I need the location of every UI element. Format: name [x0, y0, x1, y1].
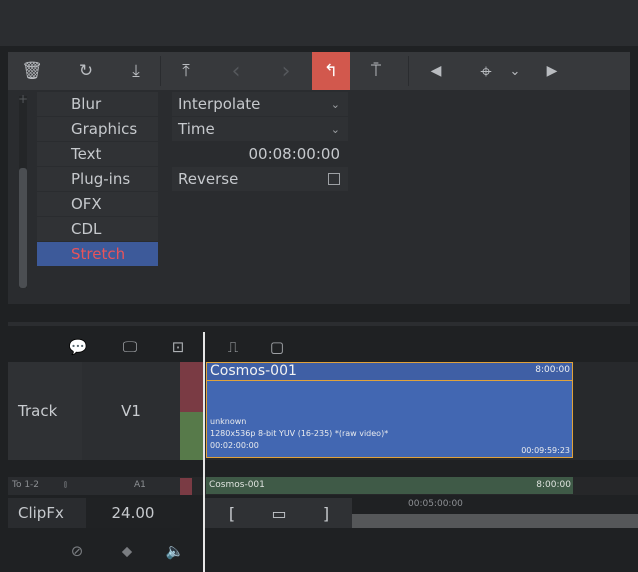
play-back-icon[interactable]: ◀: [424, 52, 448, 90]
toolbar: 🗑 ↻ ⤓ ⤒ ‹ › ↰ ⍑ ◀ ⌖ ⌄ ▶: [8, 52, 630, 90]
clip-start-tc: 00:02:00:00: [210, 441, 259, 450]
marker-icon[interactable]: ⬥: [116, 534, 138, 568]
timeline-tools: 💬 🖵 ⊡ ⎍ ▢: [8, 332, 638, 362]
keyframe-icon[interactable]: ⍑: [362, 52, 390, 90]
trim-controls: [ ▭ ]: [204, 498, 352, 528]
video-clip[interactable]: Cosmos-001 8:00:00 unknown 1280x536p 8-b…: [206, 362, 573, 458]
reverse-checkbox[interactable]: [328, 173, 340, 185]
trim-in-button[interactable]: [: [222, 498, 242, 528]
reverse-row[interactable]: Reverse: [172, 167, 348, 191]
clipfx-row: ClipFx 24.00: [8, 498, 180, 528]
interpolate-row[interactable]: Interpolate ⌄: [172, 92, 348, 116]
audio-clip-duration: 8:00:00: [536, 480, 571, 490]
play-forward-icon[interactable]: ▶: [540, 52, 564, 90]
reverse-label: Reverse: [178, 170, 239, 188]
track-status-green: [180, 412, 204, 460]
title-bar: [0, 0, 638, 46]
reset-icon[interactable]: ↻: [74, 52, 98, 90]
prev-icon[interactable]: ‹: [224, 52, 248, 90]
track-label-text: Track: [18, 402, 58, 420]
comment-icon[interactable]: 💬: [68, 332, 88, 362]
timeline-divider: [8, 322, 638, 326]
audio-clip[interactable]: Cosmos-001 8:00:00: [206, 477, 573, 494]
interpolate-label: Interpolate: [178, 95, 261, 113]
category-ofx[interactable]: OFX: [37, 192, 158, 216]
audio-track-header: To 1-2 ⫾ A1: [8, 477, 180, 495]
clip-info-line1: unknown: [210, 417, 247, 426]
speaker-icon[interactable]: 🔈: [164, 534, 186, 568]
eye-off-icon[interactable]: ⊘: [66, 534, 88, 568]
upload-icon[interactable]: ⤒: [174, 52, 198, 90]
category-graphics[interactable]: Graphics: [37, 117, 158, 141]
chevron-down-icon[interactable]: ⌄: [331, 123, 340, 136]
timeline-ruler[interactable]: [352, 514, 638, 528]
time-value[interactable]: 00:08:00:00: [248, 145, 340, 163]
category-plug-ins[interactable]: Plug-ins: [37, 167, 158, 191]
bottom-toolbar: ⊘ ⬥ 🔈: [8, 534, 204, 568]
category-text[interactable]: Text: [37, 142, 158, 166]
audio-track-name: A1: [134, 480, 146, 490]
separator: [408, 56, 409, 86]
ruler-timecode: 00:05:00:00: [408, 499, 463, 509]
clip-end-tc: 00:09:59:23: [521, 446, 570, 455]
chevron-down-icon[interactable]: ⌄: [331, 98, 340, 111]
trash-icon[interactable]: 🗑: [20, 52, 44, 90]
clip-title-bar: Cosmos-001 8:00:00: [207, 363, 572, 381]
overlay-icon[interactable]: ⊡: [168, 332, 188, 362]
clipfx-label: ClipFx: [18, 504, 64, 522]
monitor-icon[interactable]: 🖵: [120, 332, 140, 362]
plus-icon[interactable]: +: [18, 92, 28, 106]
category-stretch[interactable]: Stretch: [37, 242, 158, 266]
trim-out-button[interactable]: ]: [316, 498, 336, 528]
trim-clip-button[interactable]: ▭: [264, 498, 294, 528]
time-value-row[interactable]: 00:08:00:00: [172, 142, 348, 166]
clip-title: Cosmos-001: [210, 363, 297, 379]
scrollbar-thumb[interactable]: [19, 168, 27, 288]
category-blur[interactable]: Blur: [37, 92, 158, 116]
clip-duration: 8:00:00: [535, 365, 570, 375]
clipfx-value[interactable]: 24.00: [86, 498, 180, 528]
chevron-down-icon[interactable]: ⌄: [506, 52, 524, 90]
track-name[interactable]: V1: [82, 362, 180, 460]
box-icon[interactable]: ▢: [266, 332, 288, 362]
clipfx-value-text: 24.00: [111, 504, 155, 522]
track-status-red: [180, 362, 204, 412]
curve-icon[interactable]: ↰: [312, 52, 350, 90]
stretch-properties: Interpolate ⌄ Time ⌄ 00:08:00:00 Reverse: [172, 92, 348, 192]
track-label: Track: [8, 362, 82, 460]
next-icon[interactable]: ›: [274, 52, 298, 90]
time-label: Time: [178, 120, 215, 138]
audio-route-label[interactable]: To 1-2: [12, 480, 39, 490]
audio-level-icon[interactable]: ⫾: [64, 480, 67, 490]
clip-info-line2: 1280x536p 8-bit YUV (16-235) *(raw video…: [210, 429, 389, 438]
track-name-text: V1: [121, 402, 141, 420]
download-icon[interactable]: ⤓: [124, 52, 148, 90]
separator: [160, 56, 161, 86]
time-row[interactable]: Time ⌄: [172, 117, 348, 141]
audio-clip-title: Cosmos-001: [209, 480, 265, 490]
category-cdl[interactable]: CDL: [37, 217, 158, 241]
target-icon[interactable]: ⌖: [474, 52, 498, 90]
audio-status-red: [180, 478, 192, 495]
effect-category-list: Blur Graphics Text Plug-ins OFX CDL Stre…: [37, 92, 158, 267]
step-icon[interactable]: ⎍: [222, 332, 244, 362]
